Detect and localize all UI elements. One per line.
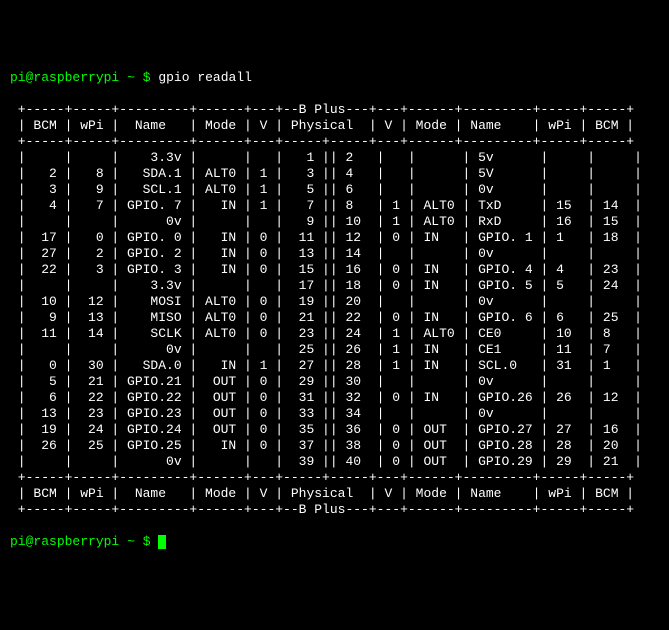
- prompt-symbol: $: [143, 70, 151, 85]
- prompt-line-1: pi@raspberrypi ~ $ gpio readall: [10, 70, 659, 86]
- command-text: gpio readall: [158, 70, 252, 85]
- prompt-line-2[interactable]: pi@raspberrypi ~ $: [10, 534, 659, 550]
- prompt-user: pi: [10, 70, 26, 85]
- prompt-cwd: ~: [127, 70, 135, 85]
- gpio-table: +-----+-----+---------+------+---+--B Pl…: [10, 102, 642, 517]
- cursor-icon: [158, 535, 166, 549]
- prompt-host: raspberrypi: [33, 70, 119, 85]
